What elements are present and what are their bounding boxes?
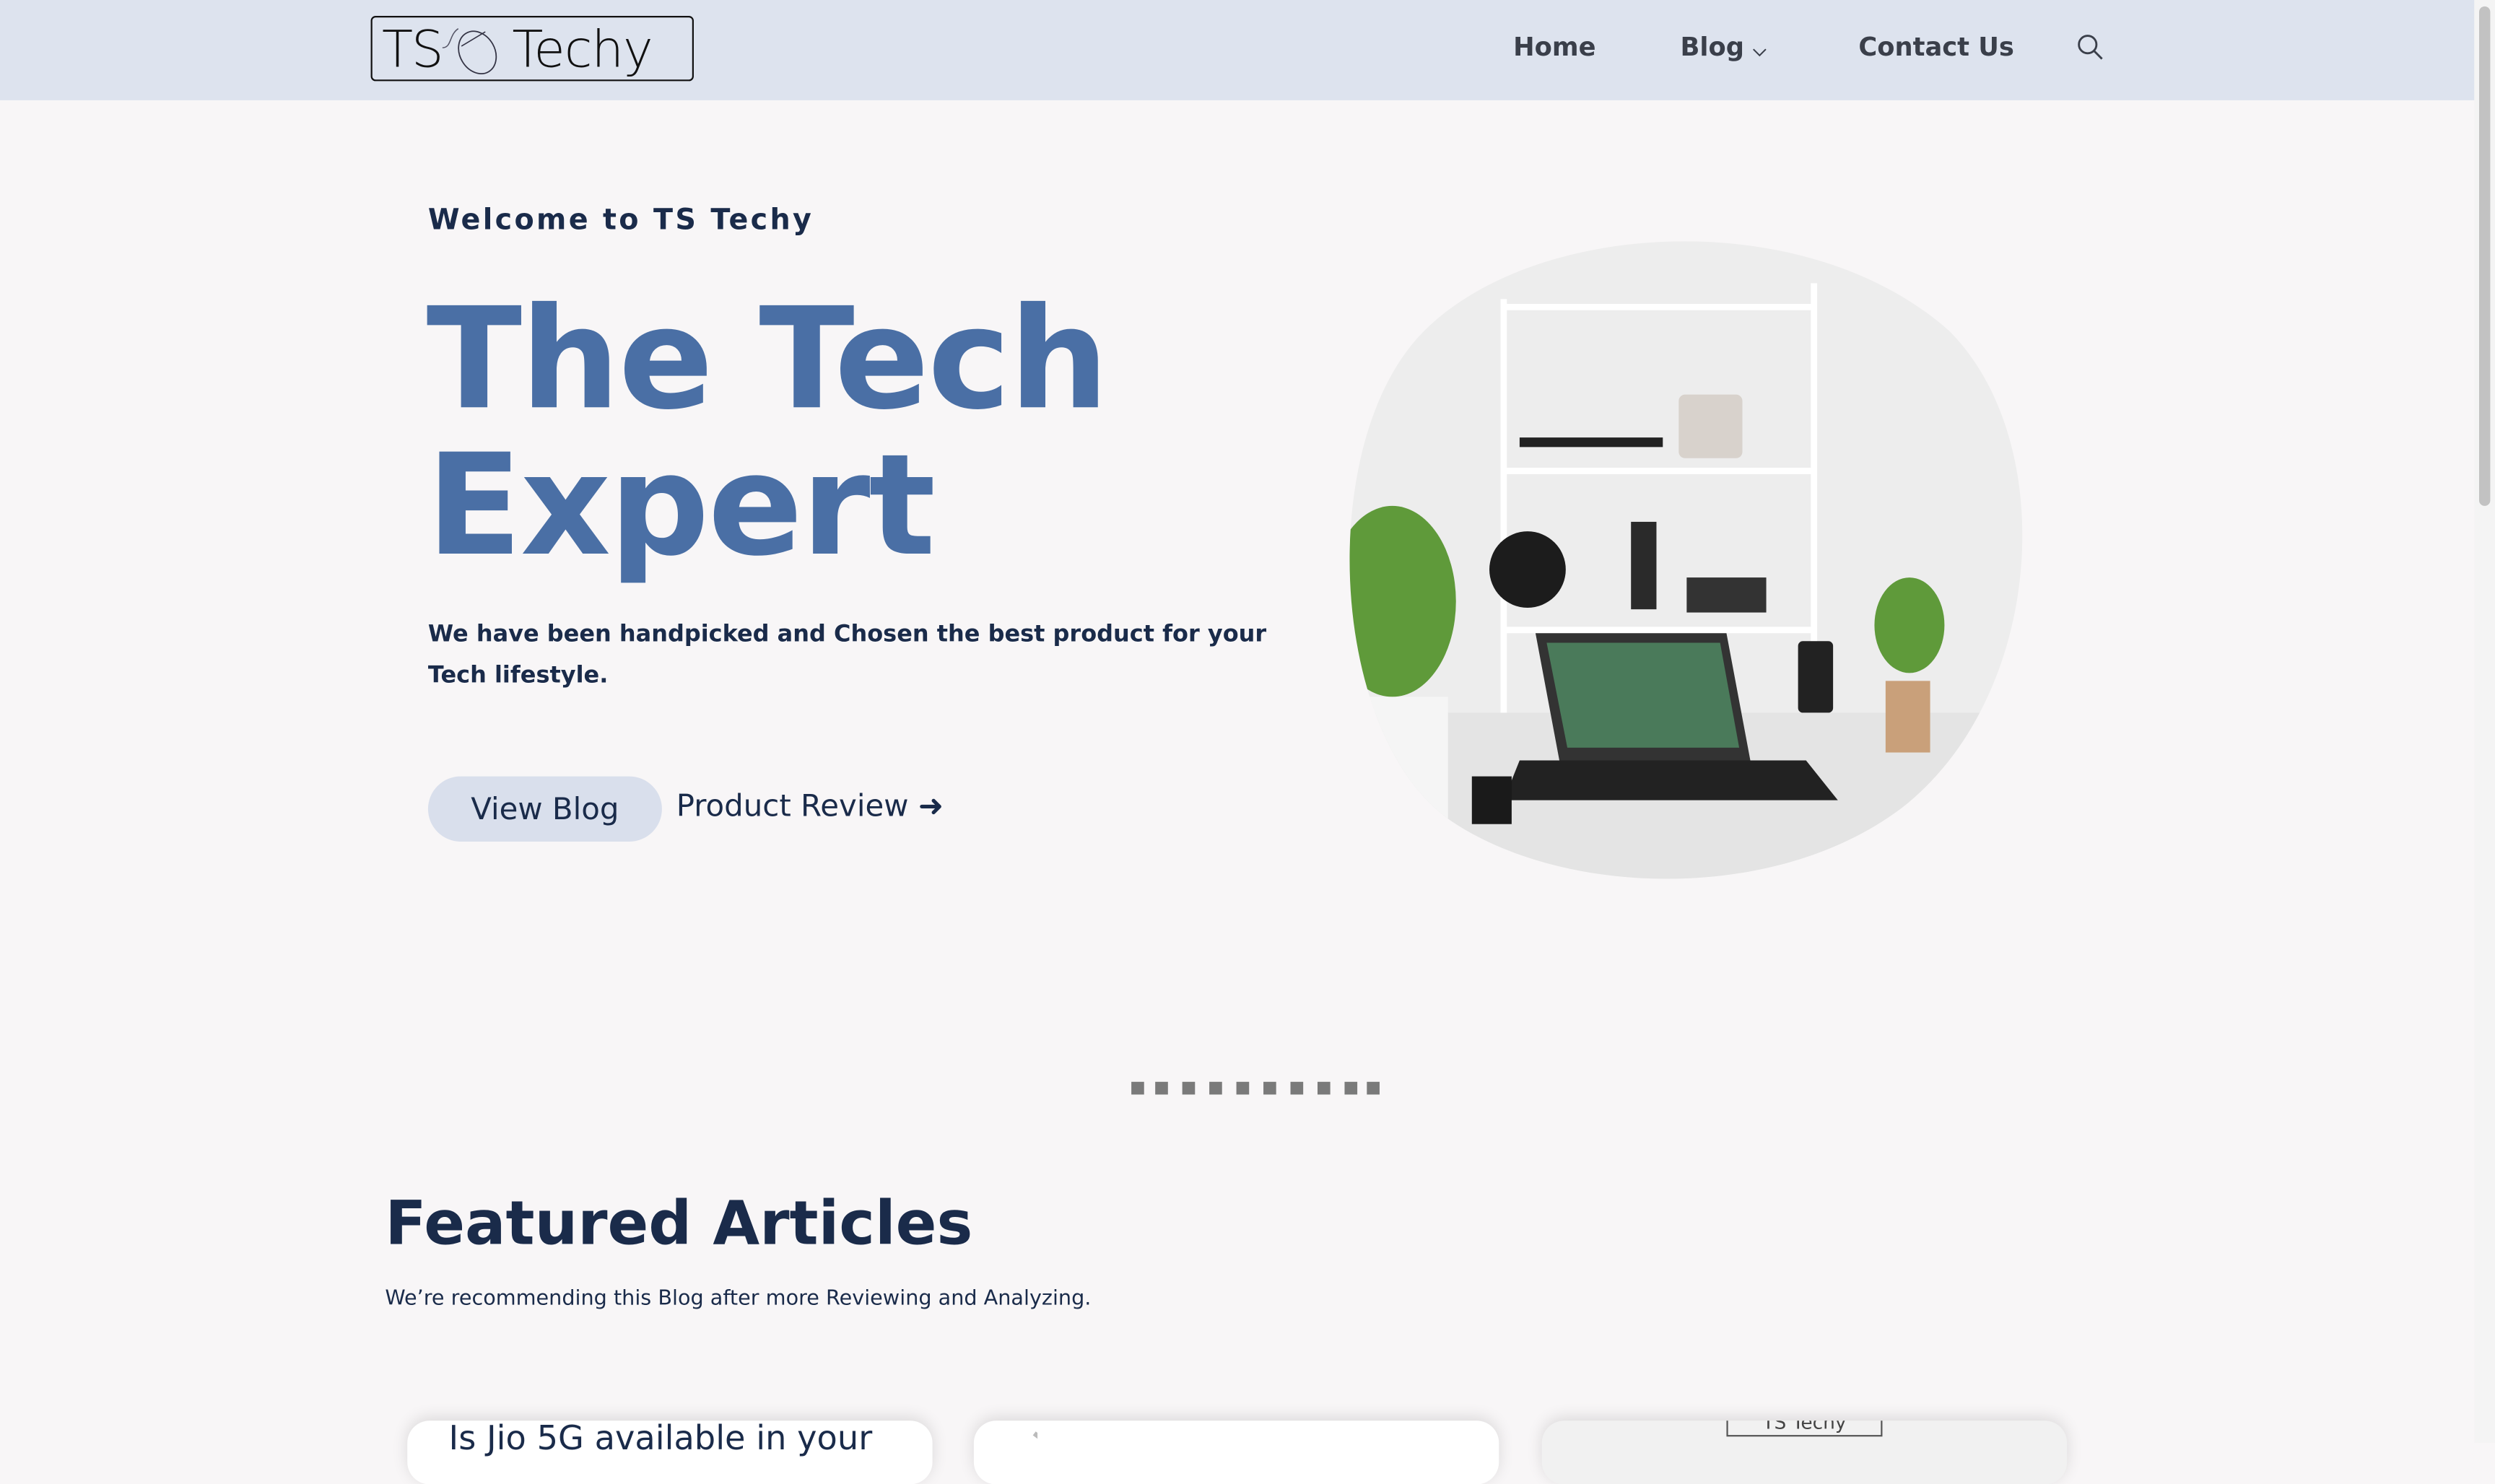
mouse-icon [442, 27, 497, 74]
slider-dot[interactable] [1131, 1081, 1144, 1095]
hero-title-line2: Expert [426, 423, 936, 588]
slider-dot[interactable] [1344, 1081, 1357, 1095]
logo-text-left: TS [381, 18, 444, 79]
hero-subtitle: We have been handpicked and Chosen the b… [427, 621, 1267, 689]
site-logo[interactable]: TS Techy [370, 16, 694, 82]
slider-dot[interactable] [1181, 1081, 1195, 1095]
hero-title: The Tech Expert [426, 276, 1109, 588]
nav-blog[interactable]: Blog ⌵ [1681, 32, 1767, 62]
slider-dot[interactable] [1154, 1081, 1167, 1095]
chevron-down-icon: ⌵ [1753, 40, 1767, 61]
product-review-label: Product Review [676, 789, 909, 824]
featured-title: Featured Articles [385, 1188, 973, 1259]
article-card[interactable] [973, 1420, 1499, 1484]
welcome-text: Welcome to TS Techy [427, 204, 814, 237]
logo-text-right: Techy [512, 18, 653, 79]
hero-title-line1: The Tech [426, 276, 1109, 441]
article-card[interactable]: TS Techy [1541, 1420, 2068, 1484]
nav-blog-label: Blog [1680, 32, 1744, 62]
nav-contact[interactable]: Contact Us [1858, 32, 2014, 62]
view-blog-button[interactable]: View Blog [427, 776, 662, 842]
slider-dot[interactable] [1367, 1081, 1380, 1095]
search-icon[interactable] [2076, 33, 2105, 62]
slider-dot[interactable] [1262, 1081, 1276, 1095]
slider-dot[interactable] [1235, 1081, 1249, 1095]
slider-dot[interactable] [1209, 1081, 1222, 1095]
slider-dot[interactable] [1316, 1081, 1330, 1095]
slider-pagination [1131, 1081, 1390, 1095]
article-card-title: Is Jio 5G available in your [448, 1420, 873, 1457]
nav-home[interactable]: Home [1513, 32, 1595, 62]
article-card-logo: TS Techy [1726, 1420, 1883, 1437]
product-review-link[interactable]: Product Review ➜ [676, 789, 944, 824]
top-navbar: TS Techy Home Blog ⌵ Contact Us [0, 0, 2475, 100]
article-card[interactable]: Is Jio 5G available in your [407, 1420, 933, 1484]
hero-image [1349, 241, 2023, 879]
featured-subtitle: We’re recommending this Blog after more … [385, 1287, 1092, 1311]
arrow-right-icon: ➜ [918, 789, 944, 824]
scrollbar-thumb[interactable] [2478, 6, 2491, 506]
article-thumbnail [1032, 1431, 1049, 1445]
slider-dot[interactable] [1289, 1081, 1303, 1095]
